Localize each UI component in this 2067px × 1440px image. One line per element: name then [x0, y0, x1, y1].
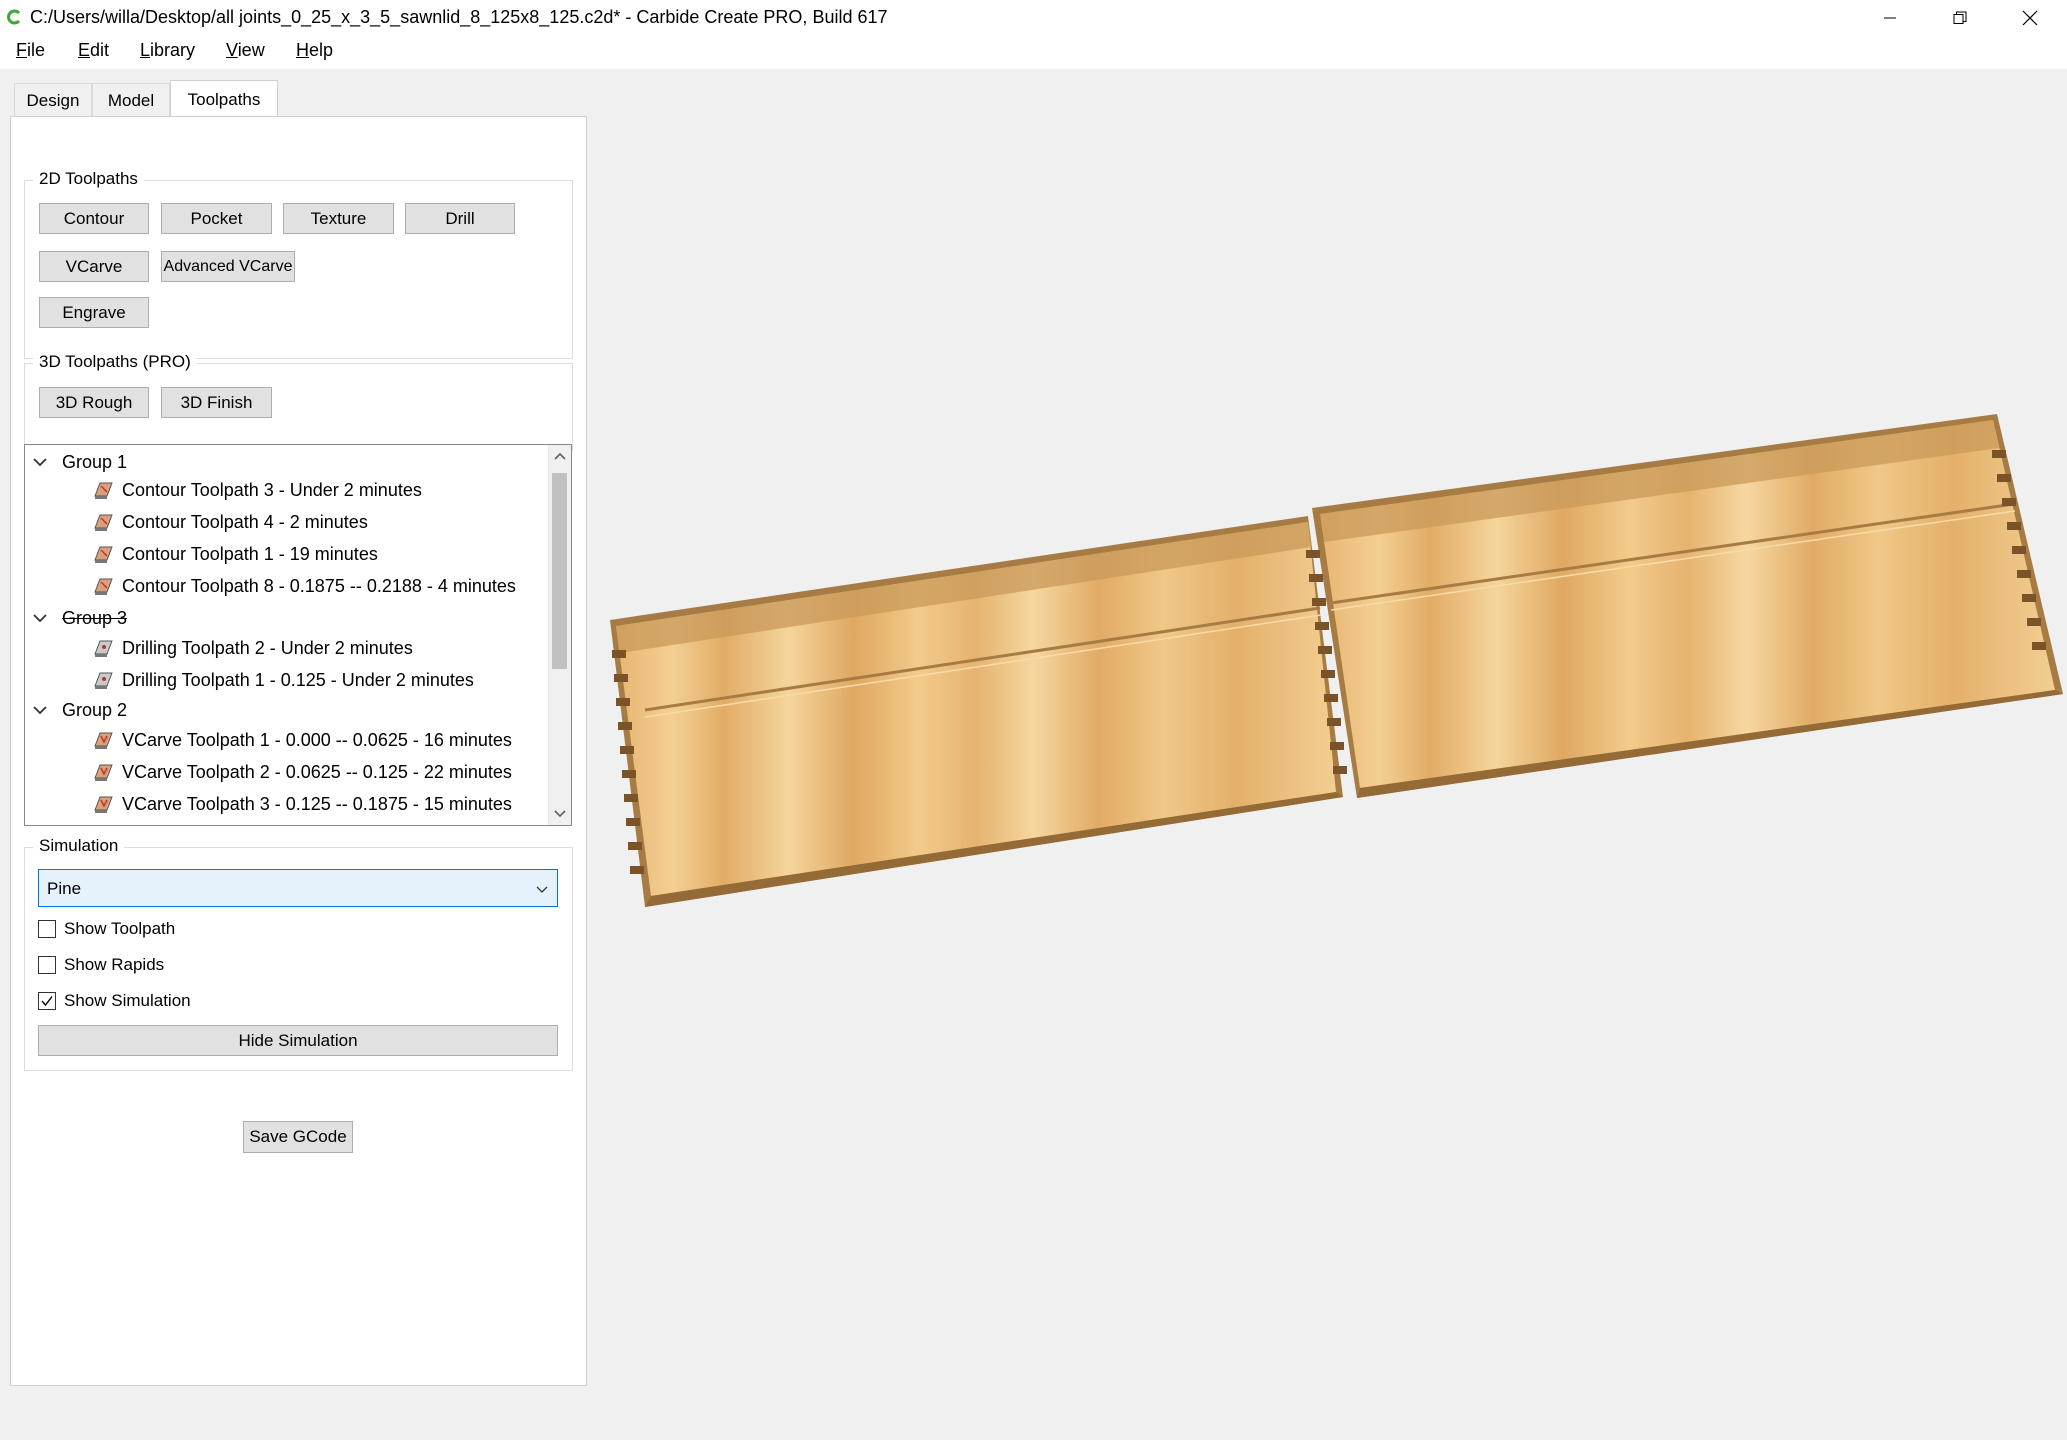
tab-model[interactable]: Model: [92, 83, 170, 117]
carbide-create-app-icon: [7, 9, 21, 25]
checkmark-icon: [41, 996, 53, 1007]
show-toolpath-checkbox[interactable]: Show Toolpath: [38, 918, 175, 940]
toolpath-icon: [94, 578, 113, 595]
tree-item-label: Contour Toolpath 3 - Under 2 minutes: [122, 479, 422, 500]
toolpath-icon: [94, 482, 113, 499]
material-select-value: Pine: [47, 879, 82, 898]
texture-button[interactable]: Texture: [283, 203, 394, 234]
pocket-button[interactable]: Pocket: [161, 203, 272, 234]
material-select[interactable]: Pine: [38, 869, 558, 907]
tree-item[interactable]: VCarve Toolpath 1 - 0.000 -- 0.0625 - 16…: [92, 727, 512, 753]
3d-rough-button[interactable]: 3D Rough: [39, 387, 149, 418]
toolpaths-3d-title: 3D Toolpaths (PRO): [33, 352, 197, 372]
tree-item[interactable]: VCarve Toolpath 3 - 0.125 -- 0.1875 - 15…: [92, 791, 512, 817]
show-simulation-label: Show Simulation: [64, 991, 191, 1010]
wood-simulation-render: [610, 414, 2063, 907]
toolpath-icon: [94, 796, 113, 813]
tree-item-label: VCarve Toolpath 1 - 0.000 -- 0.0625 - 16…: [122, 729, 512, 750]
checkbox-box[interactable]: [38, 992, 56, 1010]
close-icon: [2022, 10, 2038, 25]
window-title: C:/Users/willa/Desktop/all joints_0_25_x…: [30, 7, 888, 27]
menu-help[interactable]: Help: [296, 40, 333, 61]
scroll-down-icon[interactable]: [552, 805, 568, 821]
save-gcode-button[interactable]: Save GCode: [243, 1121, 353, 1153]
3d-viewport[interactable]: [590, 70, 2067, 1440]
tree-item-label: VCarve Toolpath 2 - 0.0625 -- 0.125 - 22…: [122, 761, 512, 782]
chevron-down-icon[interactable]: [31, 609, 49, 627]
contour-button[interactable]: Contour: [39, 203, 149, 234]
tree-item[interactable]: Drilling Toolpath 2 - Under 2 minutes: [92, 635, 413, 661]
menu-bar: File Edit Library View Help: [0, 35, 2067, 69]
show-rapids-checkbox[interactable]: Show Rapids: [38, 954, 164, 976]
simulation-title: Simulation: [33, 836, 125, 856]
show-simulation-checkbox[interactable]: Show Simulation: [38, 990, 191, 1012]
tree-item[interactable]: Contour Toolpath 3 - Under 2 minutes: [92, 477, 422, 503]
scroll-thumb[interactable]: [552, 473, 567, 669]
toolpaths-3d-group: 3D Toolpaths (PRO) 3D Rough 3D Finish: [24, 352, 573, 451]
tree-scrollbar[interactable]: [548, 445, 571, 825]
close-button[interactable]: [1997, 0, 2063, 35]
toolpath-tree[interactable]: Group 1 Contour Toolpath 3 - Under 2 min…: [24, 444, 572, 826]
toolpath-icon: [94, 640, 113, 657]
toolpaths-2d-title: 2D Toolpaths: [33, 169, 144, 189]
restore-button[interactable]: [1927, 0, 1993, 35]
3d-finish-button[interactable]: 3D Finish: [161, 387, 272, 418]
scroll-up-icon[interactable]: [552, 449, 568, 465]
tree-item[interactable]: Contour Toolpath 8 - 0.1875 -- 0.2188 - …: [92, 573, 516, 599]
tree-item[interactable]: VCarve Toolpath 2 - 0.0625 -- 0.125 - 22…: [92, 759, 512, 785]
menu-library[interactable]: Library: [140, 40, 195, 61]
chevron-down-icon[interactable]: [31, 453, 49, 471]
tree-item-label: Contour Toolpath 1 - 19 minutes: [122, 543, 378, 564]
toolpath-icon: [94, 514, 113, 531]
tree-group-label: Group 1: [62, 451, 128, 472]
title-bar: C:/Users/willa/Desktop/all joints_0_25_x…: [0, 0, 2067, 35]
restore-icon: [1953, 11, 1967, 24]
vcarve-button[interactable]: VCarve: [39, 251, 149, 282]
advanced-vcarve-button[interactable]: Advanced VCarve: [161, 251, 295, 282]
drill-button[interactable]: Drill: [405, 203, 515, 234]
tree-group-label: Group 2: [62, 699, 128, 720]
tree-item-label: Drilling Toolpath 1 - 0.125 - Under 2 mi…: [122, 669, 474, 690]
chevron-down-icon: [536, 886, 548, 893]
tree-item-label: Contour Toolpath 8 - 0.1875 -- 0.2188 - …: [122, 575, 516, 596]
menu-view[interactable]: View: [226, 40, 265, 61]
toolpath-icon: [94, 764, 113, 781]
tree-item[interactable]: Drilling Toolpath 1 - 0.125 - Under 2 mi…: [92, 667, 474, 693]
menu-file[interactable]: File: [16, 40, 45, 61]
tree-item-label: Contour Toolpath 4 - 2 minutes: [122, 511, 368, 532]
hide-simulation-button[interactable]: Hide Simulation: [38, 1025, 558, 1056]
toolpath-icon: [94, 546, 113, 563]
right-board: [1312, 414, 2063, 798]
checkbox-box[interactable]: [38, 956, 56, 974]
checkbox-box[interactable]: [38, 920, 56, 938]
toolpaths-2d-group: 2D Toolpaths Contour Pocket Texture Dril…: [24, 169, 573, 359]
tab-toolpaths[interactable]: Toolpaths: [170, 80, 278, 118]
tree-group-label: Group 3: [62, 607, 128, 628]
tree-item-label: Drilling Toolpath 2 - Under 2 minutes: [122, 637, 413, 658]
tree-item[interactable]: Contour Toolpath 4 - 2 minutes: [92, 509, 368, 535]
menu-edit[interactable]: Edit: [78, 40, 109, 61]
left-board: [610, 516, 1343, 907]
tab-design[interactable]: Design: [14, 83, 92, 117]
show-rapids-label: Show Rapids: [64, 955, 165, 974]
minimize-icon: [1884, 17, 1896, 18]
tree-item[interactable]: Contour Toolpath 1 - 19 minutes: [92, 541, 378, 567]
minimize-button[interactable]: [1857, 0, 1923, 35]
toolpath-icon: [94, 732, 113, 749]
show-toolpath-label: Show Toolpath: [64, 919, 176, 938]
tree-item-label: VCarve Toolpath 3 - 0.125 -- 0.1875 - 15…: [122, 793, 512, 814]
engrave-button[interactable]: Engrave: [39, 297, 149, 328]
toolpath-icon: [94, 672, 113, 689]
chevron-down-icon[interactable]: [31, 701, 49, 719]
